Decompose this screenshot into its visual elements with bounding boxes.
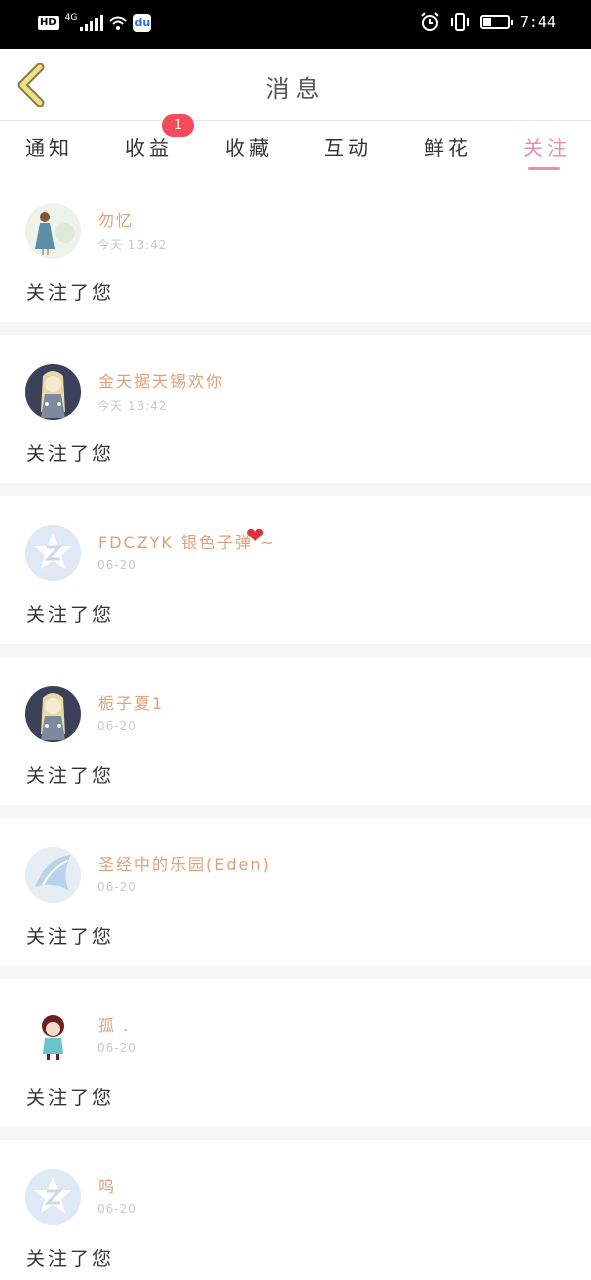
timestamp: 06-20 xyxy=(97,880,137,894)
network-type: 4G xyxy=(64,13,78,23)
tab-favorites[interactable]: 收藏 xyxy=(225,132,273,161)
avatar[interactable] xyxy=(25,203,81,259)
list-item[interactable]: 金天据天锡欢你今天 13:42 关注了您 xyxy=(0,335,591,483)
list-item[interactable]: 呜 06-20 关注了您 xyxy=(0,1140,591,1280)
hd-icon: HD xyxy=(38,16,59,30)
avatar[interactable] xyxy=(25,686,81,742)
notification-message: 关注了您 xyxy=(26,926,115,948)
notification-message: 关注了您 xyxy=(26,1248,115,1270)
signal-icon xyxy=(80,15,104,31)
avatar[interactable] xyxy=(25,1169,81,1225)
timestamp: 今天 13:42 xyxy=(97,399,168,413)
status-bar: HD 4G du 7:44 xyxy=(0,0,591,49)
tab-notice[interactable]: 通知 xyxy=(25,132,73,161)
username[interactable]: 勿忆 xyxy=(98,207,134,231)
list-item[interactable]: FDCZYK 银色子弹 ~ ❤ 06-20 关注了您 xyxy=(0,496,591,644)
app-header: 消息 xyxy=(0,49,591,121)
tab-bar: 通知 收益 1 收藏 互动 鲜花 关注 xyxy=(0,114,591,174)
username[interactable]: 呜 xyxy=(98,1173,116,1197)
username[interactable]: 孤 . xyxy=(98,1012,130,1036)
timestamp: 06-20 xyxy=(97,719,137,733)
page-title: 消息 xyxy=(265,75,326,103)
list-item[interactable]: 圣经中的乐园(Eden) 06-20 关注了您 xyxy=(0,818,591,966)
active-tab-indicator xyxy=(528,167,560,170)
tab-interaction[interactable]: 互动 xyxy=(324,132,372,161)
alarm-icon xyxy=(421,12,439,31)
tab-flowers[interactable]: 鲜花 xyxy=(424,132,472,161)
notification-message: 关注了您 xyxy=(26,282,115,304)
battery-icon xyxy=(479,15,513,29)
wifi-icon xyxy=(109,16,128,30)
timestamp: 今天 13:42 xyxy=(97,238,168,252)
username[interactable]: 金天据天锡欢你 xyxy=(98,368,224,392)
notification-message: 关注了您 xyxy=(26,765,115,787)
baidu-app-icon: du xyxy=(133,14,152,32)
notification-message: 关注了您 xyxy=(26,1087,115,1109)
heart-icon: ❤ xyxy=(246,524,265,549)
list-item[interactable]: 孤 . 06-20 关注了您 xyxy=(0,979,591,1127)
timestamp: 06-20 xyxy=(97,1202,137,1216)
username[interactable]: 栀子夏1 xyxy=(98,690,164,714)
avatar[interactable] xyxy=(25,847,81,903)
avatar[interactable] xyxy=(25,1008,81,1064)
notification-message: 关注了您 xyxy=(26,443,115,465)
list-item[interactable]: 勿忆今天 13:42 关注了您 xyxy=(0,174,591,322)
vibrate-icon xyxy=(450,13,469,31)
timestamp: 06-20 xyxy=(97,1041,137,1055)
username[interactable]: 圣经中的乐园(Eden) xyxy=(98,851,271,875)
earnings-badge: 1 xyxy=(162,114,194,137)
avatar[interactable] xyxy=(25,364,81,420)
avatar[interactable] xyxy=(25,525,81,581)
list-item[interactable]: 栀子夏1 06-20 关注了您 xyxy=(0,657,591,805)
clock: 7:44 xyxy=(519,13,556,31)
timestamp: 06-20 xyxy=(97,558,137,572)
tab-follow[interactable]: 关注 xyxy=(523,132,571,161)
notification-message: 关注了您 xyxy=(26,604,115,626)
tab-earnings[interactable]: 收益 xyxy=(125,132,173,161)
